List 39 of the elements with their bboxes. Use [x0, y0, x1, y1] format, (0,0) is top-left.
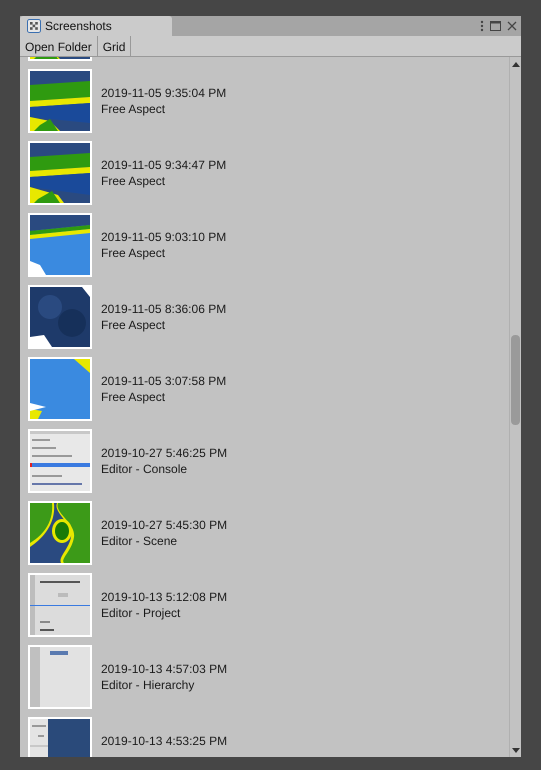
thumbnail-frame[interactable]	[28, 357, 92, 421]
screenshot-date: 2019-10-13 4:57:03 PM	[101, 661, 228, 677]
screenshot-label: Free Aspect	[101, 317, 166, 333]
screenshot-date: 2019-11-05 9:35:04 PM	[101, 85, 226, 101]
screenshot-date: 2019-10-27 5:46:25 PM	[101, 445, 228, 461]
screenshot-label: Editor - Scene	[101, 533, 178, 549]
screenshot-date: 2019-11-05 3:07:58 PM	[101, 373, 226, 389]
scrollbar-thumb[interactable]	[511, 335, 520, 425]
more-options-icon[interactable]	[480, 20, 484, 32]
screenshot-label: Free Aspect	[101, 173, 166, 189]
screenshot-label: Editor - Hierarchy	[101, 677, 196, 693]
thumbnail-frame[interactable]	[28, 645, 92, 709]
thumbnail-frame[interactable]	[28, 69, 92, 133]
close-icon[interactable]	[507, 21, 517, 31]
scroll-down-icon[interactable]	[512, 748, 520, 753]
screenshot-label: Free Aspect	[101, 245, 166, 261]
screenshot-date: 2019-11-05 9:34:47 PM	[101, 157, 226, 173]
thumbnail-frame[interactable]	[28, 429, 92, 493]
scroll-up-icon[interactable]	[512, 62, 520, 67]
maximize-icon[interactable]	[490, 21, 501, 31]
screenshot-date: 2019-11-05 8:36:06 PM	[101, 301, 226, 317]
window-tab[interactable]: Screenshots	[20, 16, 172, 36]
checker-icon	[27, 19, 41, 33]
screenshot-label: Editor - Project	[101, 605, 182, 621]
thumbnail-frame[interactable]	[28, 501, 92, 565]
toolbar-button[interactable]: Grid	[98, 36, 132, 57]
scrollbar[interactable]	[509, 57, 521, 757]
thumbnail-frame[interactable]	[28, 213, 92, 277]
screenshot-date: 2019-11-05 9:03:10 PM	[101, 229, 226, 245]
window-title: Screenshots	[45, 18, 112, 35]
screenshot-label: Free Aspect	[101, 101, 166, 117]
thumbnail-frame[interactable]	[28, 141, 92, 205]
thumbnail-frame[interactable]	[28, 285, 92, 349]
thumbnail-frame[interactable]	[28, 573, 92, 637]
screenshot-date: 2019-10-13 5:12:08 PM	[101, 589, 228, 605]
screenshot-date: 2019-10-27 5:45:30 PM	[101, 517, 228, 533]
screenshot-date: 2019-10-13 4:53:25 PM	[101, 733, 228, 749]
screenshot-label: Free Aspect	[101, 389, 166, 405]
screenshot-label: Editor - Console	[101, 461, 188, 477]
